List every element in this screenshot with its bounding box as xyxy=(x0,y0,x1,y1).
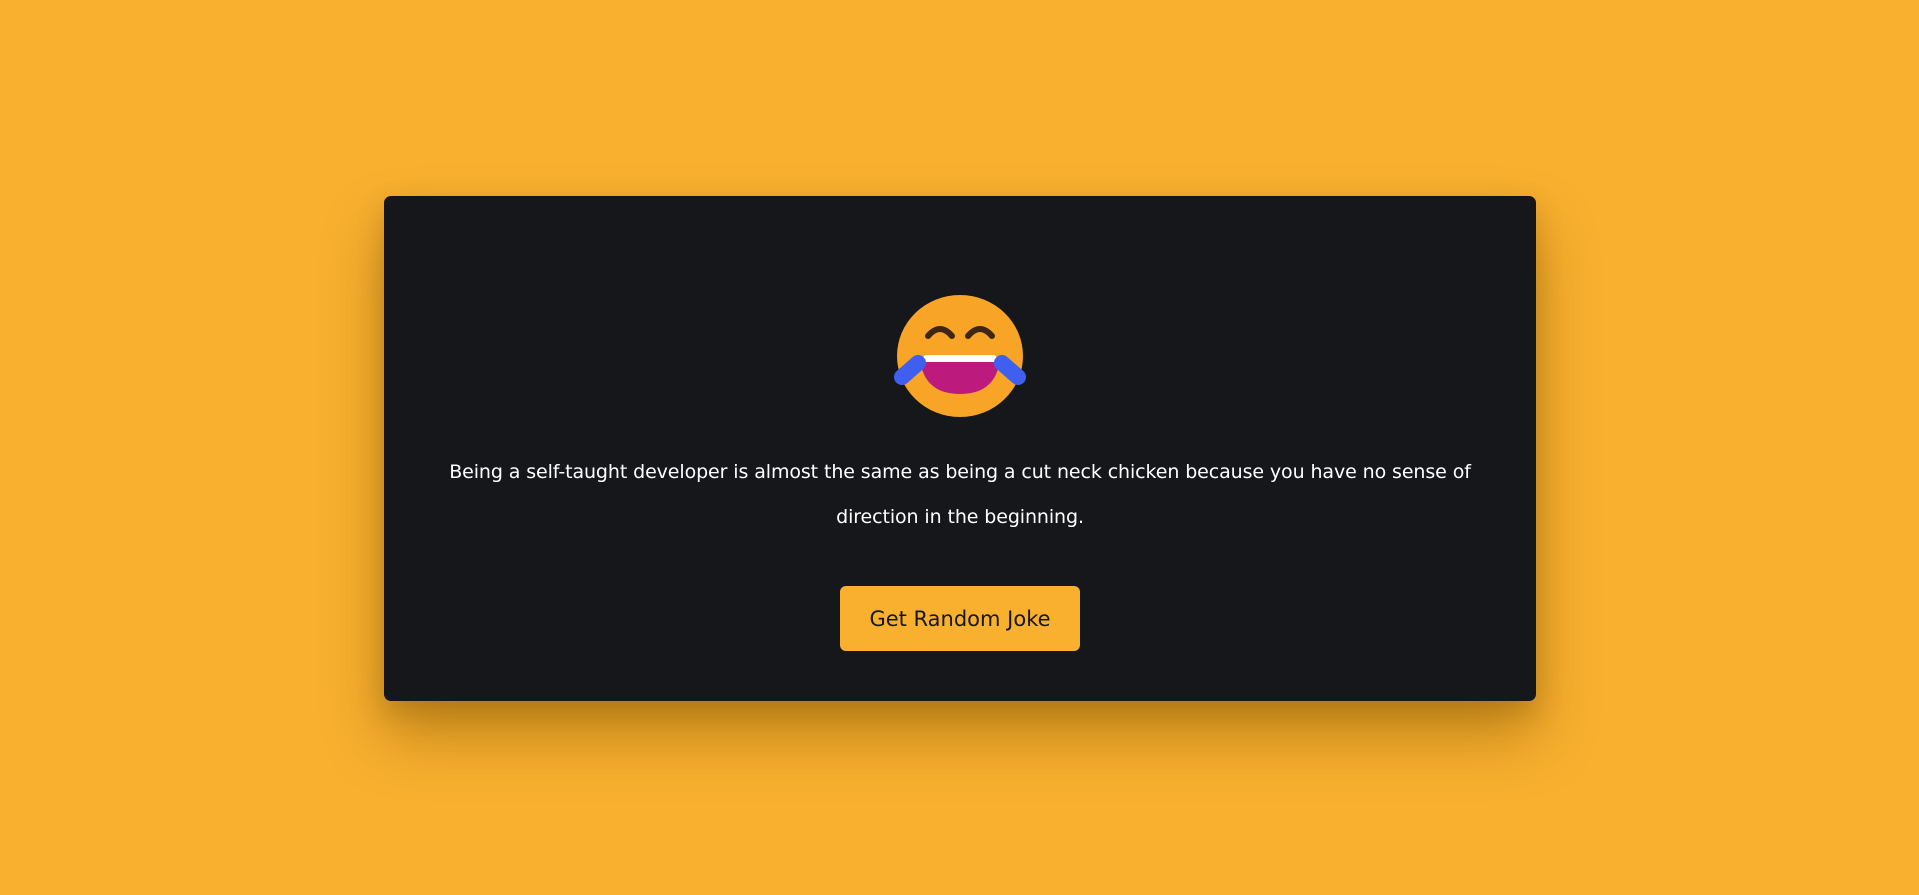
get-random-joke-button[interactable]: Get Random Joke xyxy=(840,586,1080,651)
joke-text: Being a self-taught developer is almost … xyxy=(449,461,1471,528)
face-with-tears-of-joy-icon xyxy=(894,295,1026,417)
joke-card: Being a self-taught developer is almost … xyxy=(384,196,1536,701)
